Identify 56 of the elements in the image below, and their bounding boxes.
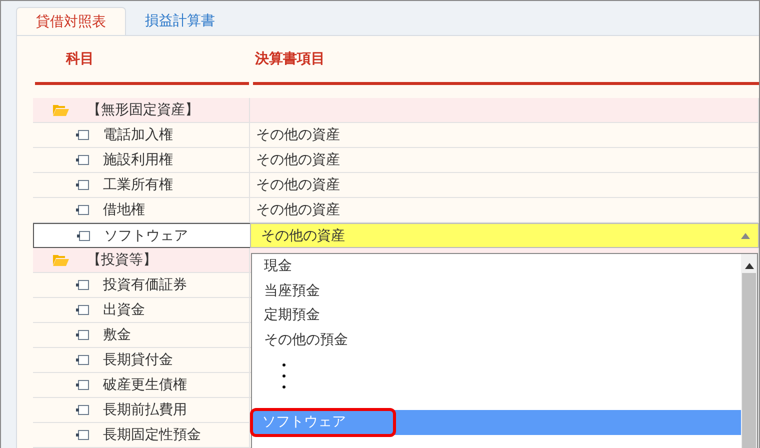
tree-cell[interactable]: 出資金 (33, 298, 250, 323)
tree-cell[interactable]: 長期固定性預金 (33, 423, 250, 448)
item-icon (76, 330, 89, 340)
item-icon (77, 230, 90, 240)
group-label: 【投資等】 (87, 251, 157, 269)
tree-cell[interactable]: 施設利用権 (33, 148, 250, 173)
scrollbar[interactable] (741, 254, 757, 448)
column-header: 決算書項目 (253, 36, 759, 85)
folder-icon (53, 104, 69, 116)
account-label: 投資有価証券 (103, 276, 187, 294)
tree-cell[interactable]: 長期前払費用 (33, 398, 250, 423)
account-label: 破産更生債権 (103, 376, 187, 394)
item-icon (76, 305, 89, 315)
tree-cell[interactable]: 電話加入権 (33, 123, 250, 148)
tree-cell[interactable]: 敷金 (33, 323, 250, 348)
item-icon (76, 155, 89, 165)
scroll-up-icon (744, 263, 754, 269)
column-header: 科目 (35, 36, 249, 85)
category-select[interactable]: その他の資産 (250, 223, 759, 248)
account-label: 借地権 (103, 201, 145, 219)
account-label: 敷金 (103, 326, 131, 344)
category-value: その他の資産 (256, 176, 340, 194)
tree-cell[interactable]: 長期貸付金 (33, 348, 250, 373)
dropdown-option[interactable]: 定期預金 (252, 303, 741, 328)
category-value: その他の資産 (256, 151, 340, 169)
tab[interactable]: 損益計算書 (126, 7, 234, 35)
item-icon (76, 355, 89, 365)
dropdown-option[interactable]: 当座預金 (252, 278, 741, 303)
vertical-ellipsis-icon (282, 363, 286, 389)
account-label: 出資金 (103, 301, 145, 319)
tree-cell[interactable]: 投資有価証券 (33, 273, 250, 298)
item-icon (76, 130, 89, 140)
account-label: 工業所有権 (103, 176, 173, 194)
category-value: その他の資産 (256, 201, 340, 219)
item-icon (76, 180, 89, 190)
tab[interactable]: 貸借対照表 (16, 7, 126, 35)
dropdown-option[interactable]: 現金 (252, 254, 741, 278)
category-value: その他の資産 (256, 126, 340, 144)
account-label: 長期固定性預金 (103, 426, 201, 444)
tree-cell[interactable]: 破産更生債権 (33, 373, 250, 398)
account-label: 施設利用権 (103, 151, 173, 169)
caret-icon (741, 232, 750, 238)
tree-cell[interactable]: ソフトウェア (33, 223, 250, 248)
item-icon (76, 205, 89, 215)
account-label: ソフトウェア (104, 226, 188, 244)
tree-cell[interactable]: 工業所有権 (33, 173, 250, 198)
item-icon (76, 405, 89, 415)
account-label: 長期貸付金 (103, 351, 173, 369)
account-label: 長期前払費用 (103, 401, 187, 419)
item-icon (76, 280, 89, 290)
folder-icon (53, 254, 69, 266)
group-label: 【無形固定資産】 (87, 101, 199, 119)
dropdown-option[interactable]: その他の預金 (252, 328, 741, 352)
account-label: 電話加入権 (103, 126, 173, 144)
item-icon (76, 380, 89, 390)
item-icon (76, 430, 89, 440)
